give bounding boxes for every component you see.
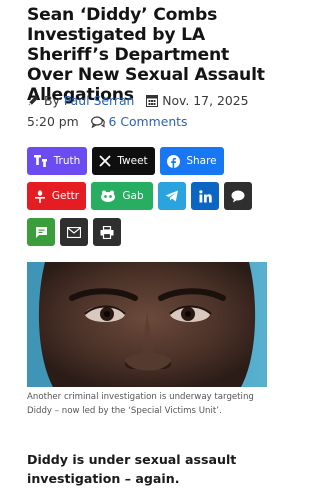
gab-label: Gab xyxy=(122,190,144,202)
share-row-1: Truth Tweet Share xyxy=(27,147,224,175)
facebook-share-button[interactable]: Share xyxy=(160,147,224,175)
truth-social-icon xyxy=(33,155,48,167)
truth-label: Truth xyxy=(53,155,81,167)
linkedin-share-button[interactable] xyxy=(191,182,219,210)
facebook-icon xyxy=(167,154,181,168)
author-link[interactable]: Paul Serran xyxy=(64,93,135,108)
sms-share-button[interactable] xyxy=(27,218,55,246)
telegram-share-button[interactable] xyxy=(158,182,186,210)
share-row-2: Gettr Gab xyxy=(27,182,252,210)
telegram-icon xyxy=(165,190,179,202)
byline-prefix: By xyxy=(43,93,60,108)
gab-icon xyxy=(100,190,116,202)
image-caption: Another criminal investigation is underw… xyxy=(27,392,254,416)
speech-bubble-icon xyxy=(231,190,245,203)
pencil-icon xyxy=(27,93,44,108)
email-icon xyxy=(67,226,81,238)
article-subhead: Diddy is under sexual assault investigat… xyxy=(27,452,237,486)
print-button[interactable] xyxy=(93,218,121,246)
x-icon xyxy=(99,155,111,167)
truth-share-button[interactable]: Truth xyxy=(27,147,87,175)
tweet-button[interactable]: Tweet xyxy=(92,147,155,175)
tweet-label: Tweet xyxy=(117,155,148,167)
article-meta: By Paul Serran Nov. 17, 2025 5:20 pm 6 C… xyxy=(27,90,277,132)
comments-link[interactable]: 6 Comments xyxy=(109,114,188,129)
share-row-3 xyxy=(27,218,121,246)
gettr-label: Gettr xyxy=(51,190,80,202)
facebook-share-label: Share xyxy=(186,155,217,167)
gab-share-button[interactable]: Gab xyxy=(91,182,153,210)
sms-icon xyxy=(35,226,48,239)
calendar-icon xyxy=(142,93,162,108)
face-illustration xyxy=(27,262,267,387)
linkedin-icon xyxy=(198,189,212,203)
gettr-icon xyxy=(34,189,46,203)
comment-share-button[interactable] xyxy=(224,182,252,210)
article-container: Sean ‘Diddy’ Combs Investigated by LA Sh… xyxy=(0,0,294,500)
article-hero-image xyxy=(27,262,267,387)
gettr-share-button[interactable]: Gettr xyxy=(27,182,86,210)
email-share-button[interactable] xyxy=(60,218,88,246)
print-icon xyxy=(100,225,114,239)
comment-icon xyxy=(87,114,109,129)
